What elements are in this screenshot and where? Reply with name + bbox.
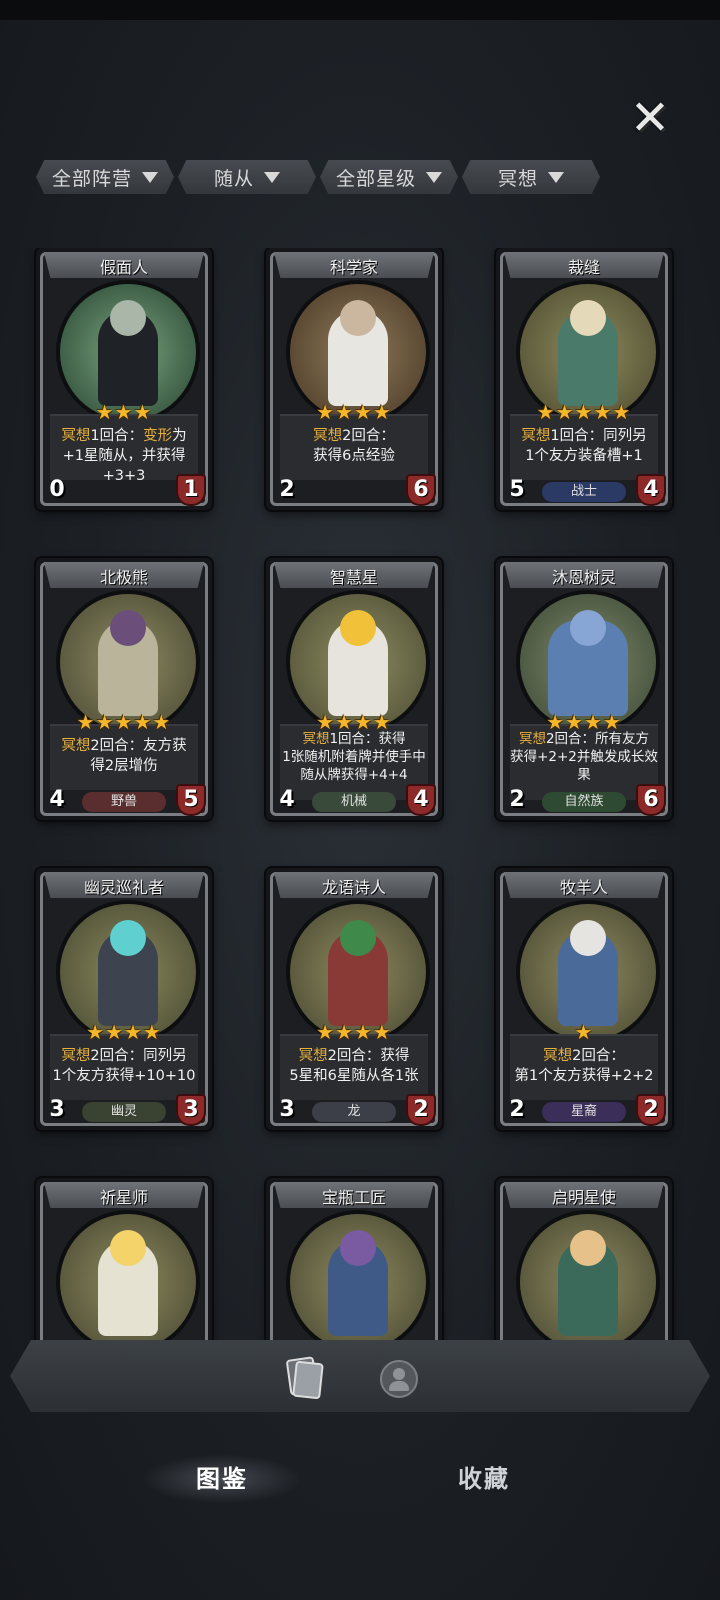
tribe-badge: 机械: [312, 792, 396, 812]
card-name: 龙语诗人: [321, 878, 386, 897]
card-description: 冥想2回合： 获得6点经验: [313, 428, 395, 464]
card-description: 冥想2回合：同列另 1个友方获得+10+10: [52, 1048, 196, 1084]
card-portrait: [516, 1210, 660, 1348]
card-polar-bear[interactable]: 北极熊 ★★★★★ 冥想2回合：友方获 得2层增伤 4 野兽 5: [36, 558, 212, 820]
card-name: 假面人: [99, 258, 148, 277]
star-rating: ★★★★: [316, 400, 392, 424]
tab-collection[interactable]: 收藏: [404, 1454, 564, 1504]
card-name: 牧羊人: [559, 878, 608, 897]
card-name: 沐恩树灵: [551, 568, 616, 587]
star-rating: ★★★★★: [536, 400, 632, 424]
card-scientist[interactable]: 科学家 ★★★★ 冥想2回合： 获得6点经验 2 6: [266, 248, 442, 510]
card-description: 冥想2回合：所有友方 获得+2+2并触发成长效果: [510, 731, 658, 783]
tribe-badge: 战士: [542, 482, 626, 502]
star-rating: ★★★: [95, 400, 153, 424]
filter-label: 全部星级: [335, 167, 416, 190]
health-value: 6: [406, 474, 436, 506]
card-wisdom-star[interactable]: 智慧星 ★★★★ 冥想1回合：获得 1张随机附着牌并使手中随从牌获得+4+4 4 …: [266, 558, 442, 820]
card-name: 北极熊: [99, 568, 148, 587]
attack-value: 2: [502, 1094, 532, 1126]
cards-icon[interactable]: [282, 1356, 324, 1400]
star-rating: ★: [574, 1020, 594, 1044]
card-portrait: [56, 1210, 200, 1348]
card-tailor[interactable]: 裁缝 ★★★★★ 冥想1回合：同列另 1个友方装备槽+1 5 战士 4: [496, 248, 672, 510]
attack-value: 2: [272, 474, 302, 506]
dropdown-arrow-icon: [142, 171, 158, 183]
tribe-badge: 幽灵: [82, 1102, 166, 1122]
attack-value: 4: [272, 784, 302, 816]
card-description: 冥想2回合：获得 5星和6星随从各1张: [289, 1048, 419, 1084]
filter-bar: 全部阵营 随从 全部星级 冥想: [36, 160, 606, 196]
card-star-priest[interactable]: 祈星师: [36, 1178, 212, 1348]
health-value: 1: [176, 474, 206, 506]
card-name: 宝瓶工匠: [321, 1188, 386, 1207]
card-dawn-star-envoy[interactable]: 启明星使: [496, 1178, 672, 1348]
card-dragon-poet[interactable]: 龙语诗人 ★★★★ 冥想2回合：获得 5星和6星随从各1张 3 龙 2: [266, 868, 442, 1130]
health-value: 5: [176, 784, 206, 816]
card-name: 启明星使: [551, 1188, 616, 1207]
status-bar: [0, 0, 720, 20]
star-rating: ★★★★★: [76, 710, 172, 734]
attack-value: 3: [42, 1094, 72, 1126]
tribe-badge: 龙: [312, 1102, 396, 1122]
card-grid: 假面人 ★★★ 冥想1回合：变形为 +1星随从，并获得+3+3 0 1 科学家 ★…: [0, 248, 720, 1348]
filter-label: 全部阵营: [51, 167, 132, 190]
card-name: 祈星师: [99, 1188, 148, 1207]
view-toggle-panel: [10, 1340, 710, 1412]
star-rating: ★★★★: [316, 1020, 392, 1044]
star-rating: ★★★★: [546, 710, 622, 734]
card-portrait: [286, 1210, 430, 1348]
dropdown-arrow-icon: [264, 171, 280, 183]
attack-value: 4: [42, 784, 72, 816]
profile-icon[interactable]: [380, 1360, 418, 1398]
close-icon[interactable]: ✕: [628, 94, 672, 142]
health-value: 4: [636, 474, 666, 506]
card-name: 科学家: [329, 258, 378, 277]
filter-faction[interactable]: 全部阵营: [36, 160, 174, 194]
tab-codex[interactable]: 图鉴: [142, 1454, 302, 1504]
star-rating: ★★★★: [316, 710, 392, 734]
card-grace-treant[interactable]: 沐恩树灵 ★★★★ 冥想2回合：所有友方 获得+2+2并触发成长效果 2 自然族 …: [496, 558, 672, 820]
filter-keyword[interactable]: 冥想: [462, 160, 600, 194]
card-shepherd[interactable]: 牧羊人 ★ 冥想2回合： 第1个友方获得+2+2 2 星裔 2: [496, 868, 672, 1130]
health-value: 6: [636, 784, 666, 816]
card-masked-man[interactable]: 假面人 ★★★ 冥想1回合：变形为 +1星随从，并获得+3+3 0 1: [36, 248, 212, 510]
card-name: 智慧星: [329, 568, 378, 587]
card-name: 幽灵巡礼者: [83, 878, 164, 897]
tribe-badge: 野兽: [82, 792, 166, 812]
bottom-tab-bar: 图鉴 收藏: [0, 1430, 720, 1600]
health-value: 4: [406, 784, 436, 816]
filter-label: 随从: [213, 167, 254, 190]
card-name: 裁缝: [567, 258, 600, 277]
dropdown-arrow-icon: [426, 171, 442, 183]
attack-value: 3: [272, 1094, 302, 1126]
attack-value: 5: [502, 474, 532, 506]
card-description: 冥想2回合： 第1个友方获得+2+2: [514, 1048, 654, 1084]
filter-type[interactable]: 随从: [178, 160, 316, 194]
card-description: 冥想1回合：同列另 1个友方装备槽+1: [521, 428, 647, 464]
filter-stars[interactable]: 全部星级: [320, 160, 458, 194]
attack-value: 2: [502, 784, 532, 816]
attack-value: 0: [42, 474, 72, 506]
health-value: 3: [176, 1094, 206, 1126]
card-description: 冥想2回合：友方获 得2层增伤: [61, 738, 187, 774]
health-value: 2: [406, 1094, 436, 1126]
health-value: 2: [636, 1094, 666, 1126]
card-ghost-pilgrim[interactable]: 幽灵巡礼者 ★★★★ 冥想2回合：同列另 1个友方获得+10+10 3 幽灵 3: [36, 868, 212, 1130]
star-rating: ★★★★: [86, 1020, 162, 1044]
tribe-badge: 星裔: [542, 1102, 626, 1122]
filter-label: 冥想: [497, 167, 538, 190]
card-aquarius-artisan[interactable]: 宝瓶工匠: [266, 1178, 442, 1348]
tribe-badge: 自然族: [542, 792, 626, 812]
card-description: 冥想1回合：获得 1张随机附着牌并使手中随从牌获得+4+4: [282, 731, 426, 783]
dropdown-arrow-icon: [548, 171, 564, 183]
